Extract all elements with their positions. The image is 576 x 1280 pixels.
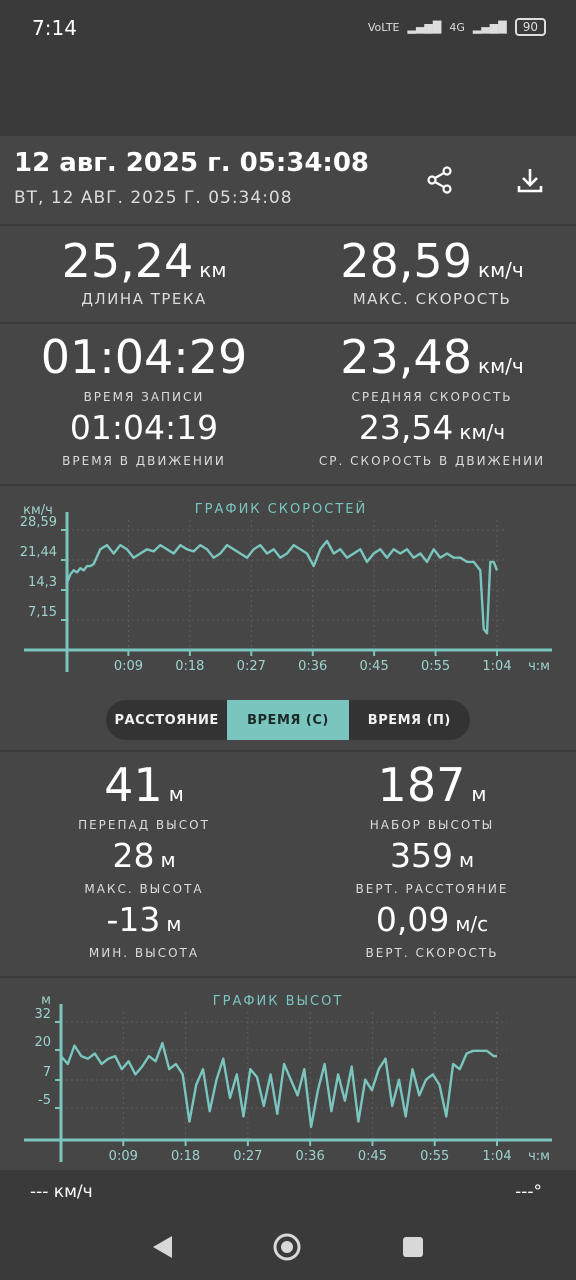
track-length: 25,24 км [61, 234, 227, 288]
battery-icon: 90 [514, 18, 546, 36]
x-unit-label: ч:м [528, 659, 550, 674]
x-unit-label: ч:м [528, 1149, 550, 1164]
x-tick-label: 0:55 [420, 1149, 449, 1164]
y-tick-label: 14,3 [28, 575, 57, 590]
track-subtitle: ВТ, 12 АВГ. 2025 Г. 05:34:08 [14, 188, 293, 208]
x-tick-label: 0:36 [298, 659, 327, 674]
x-tick-label: 0:45 [360, 659, 389, 674]
speed-chart: 28,5921,4414,37,150:09 0:18 0:27 0:36 0:45 0:… [20, 503, 552, 674]
top-gap [0, 58, 576, 136]
segment-time-c[interactable]: ВРЕМЯ (С) [227, 700, 349, 740]
y-tick-label: -5 [38, 1093, 51, 1108]
x-tick-label: 1:04 [482, 659, 511, 674]
x-tick-label: 0:27 [233, 1149, 262, 1164]
max-speed: 28,59 км/ч [340, 234, 524, 288]
max-alt: 28 м [112, 836, 176, 875]
back-icon[interactable] [150, 1234, 174, 1260]
min-alt: -13 м [106, 900, 182, 939]
segment-time-p[interactable]: ВРЕМЯ (П) [349, 700, 470, 740]
x-tick-label: 0:27 [237, 659, 266, 674]
divider [0, 224, 576, 226]
y-tick-label: 20 [34, 1035, 51, 1050]
x-tick-label: 0:45 [358, 1149, 387, 1164]
vert-speed-label: ВЕРТ. СКОРОСТЬ [365, 946, 499, 960]
elev-diff: 41 м [104, 758, 184, 812]
divider [0, 484, 576, 486]
home-icon[interactable] [272, 1232, 302, 1262]
y-tick-label: 32 [34, 1007, 51, 1022]
x-tick-label: 0:18 [171, 1149, 200, 1164]
current-speed: --- км/ч [30, 1182, 93, 1202]
max-alt-label: МАКС. ВЫСОТА [84, 882, 204, 896]
download-icon [517, 169, 543, 193]
elev-diff-label: ПЕРЕПАД ВЫСОТ [78, 818, 210, 832]
current-heading: ---° [515, 1182, 542, 1202]
share-icon [427, 166, 452, 194]
moving-time-label: ВРЕМЯ В ДВИЖЕНИИ [62, 454, 226, 468]
x-tick-label: 0:09 [114, 659, 143, 674]
segment-distance[interactable]: РАССТОЯНИЕ [106, 700, 227, 740]
status-bar: 7:14 VoLTE ▂▄▆█ 4G ▂▄▆█ 90 [0, 0, 576, 58]
x-tick-label: 1:04 [482, 1149, 511, 1164]
elev-gain-label: НАБОР ВЫСОТЫ [369, 818, 495, 832]
series-line [65, 539, 499, 635]
record-time: 01:04:29 [40, 330, 248, 384]
vert-dist: 359 м [389, 836, 475, 875]
chart-mode-selector: РАССТОЯНИЕ ВРЕМЯ (С) ВРЕМЯ (П) [106, 700, 470, 740]
moving-time: 01:04:19 [69, 408, 219, 447]
status-time: 7:14 [32, 16, 77, 40]
max-speed-label: МАКС. СКОРОСТЬ [352, 290, 512, 308]
share-button[interactable] [418, 158, 462, 202]
track-length-label: ДЛИНА ТРЕКА [81, 290, 207, 308]
x-tick-label: 0:18 [175, 659, 204, 674]
track-title: 12 авг. 2025 г. 05:34:08 [14, 148, 370, 178]
avg-speed-label: СРЕДНЯЯ СКОРОСТЬ [351, 390, 513, 404]
x-tick-label: 0:36 [296, 1149, 325, 1164]
y-tick-label: 21,44 [20, 545, 57, 560]
elevation-chart: 32 20 7 -5 0:09 0:18 0:27 0:36 0:45 0:55 1:04 м ч:м [24, 993, 552, 1164]
volte-icon: VoLTE [367, 20, 400, 34]
divider [0, 322, 576, 324]
status-icons: VoLTE ▂▄▆█ 4G ▂▄▆█ 90 [368, 18, 546, 36]
record-time-label: ВРЕМЯ ЗАПИСИ [83, 390, 205, 404]
avg-speed: 23,48 км/ч [340, 330, 524, 384]
download-button[interactable] [508, 158, 552, 202]
elev-gain: 187 м [377, 758, 487, 812]
x-tick-label: 0:55 [421, 659, 450, 674]
y-unit-label: км/ч [23, 503, 53, 518]
vert-speed: 0,09 м/с [375, 900, 489, 939]
network-type: 4G [449, 20, 465, 34]
divider [0, 750, 576, 752]
series-line [60, 1041, 497, 1129]
moving-avg-speed: 23,54 км/ч [358, 408, 506, 447]
moving-avg-speed-label: СР. СКОРОСТЬ В ДВИЖЕНИИ [318, 454, 546, 468]
vert-dist-label: ВЕРТ. РАССТОЯНИЕ [355, 882, 509, 896]
signal-icon: ▂▄▆█ [407, 20, 442, 34]
system-nav-bar [0, 1218, 576, 1280]
signal-icon-2: ▂▄▆█ [472, 20, 507, 34]
y-tick-label: 7 [43, 1065, 51, 1080]
x-tick-label: 0:09 [109, 1149, 138, 1164]
recents-icon[interactable] [402, 1236, 424, 1258]
min-alt-label: МИН. ВЫСОТА [88, 946, 200, 960]
y-tick-label: 7,15 [28, 605, 57, 620]
y-unit-label: м [41, 993, 51, 1008]
divider [0, 976, 576, 978]
